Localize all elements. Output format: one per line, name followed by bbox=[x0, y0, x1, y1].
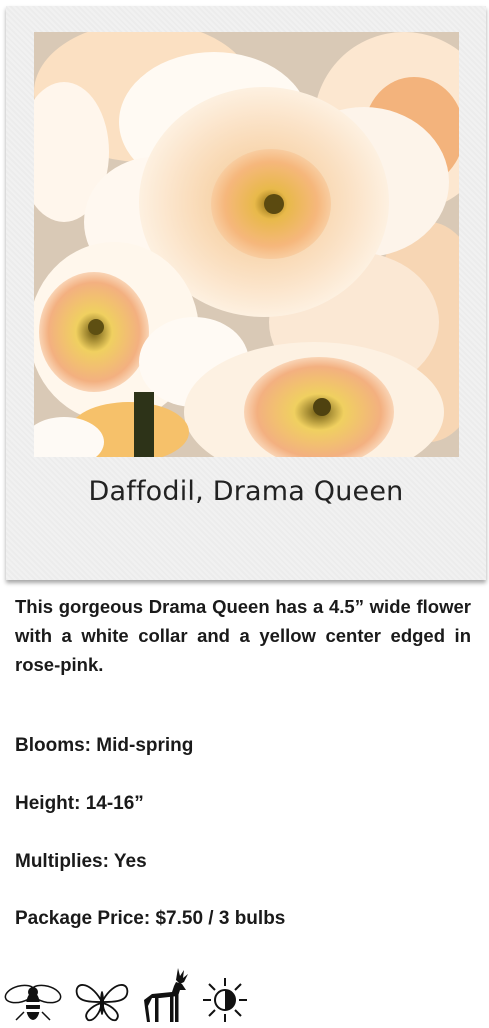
height-spec: Height: 14-16” bbox=[15, 793, 144, 814]
product-card: Daffodil, Drama Queen bbox=[6, 6, 486, 580]
flower-name: Daffodil, Drama Queen bbox=[88, 476, 404, 507]
attribute-icons bbox=[4, 966, 254, 1024]
bee-icon bbox=[4, 982, 62, 1026]
blooms-spec: Blooms: Mid-spring bbox=[15, 735, 194, 756]
price-spec: Package Price: $7.50 / 3 bulbs bbox=[15, 908, 286, 929]
sun-icon bbox=[200, 976, 250, 1028]
multiplies-spec: Multiplies: Yes bbox=[15, 851, 147, 872]
daffodil-photo bbox=[34, 32, 459, 457]
deer-icon bbox=[142, 966, 196, 1028]
butterfly-icon bbox=[74, 980, 130, 1026]
description: This gorgeous Drama Queen has a 4.5” wid… bbox=[15, 596, 471, 675]
